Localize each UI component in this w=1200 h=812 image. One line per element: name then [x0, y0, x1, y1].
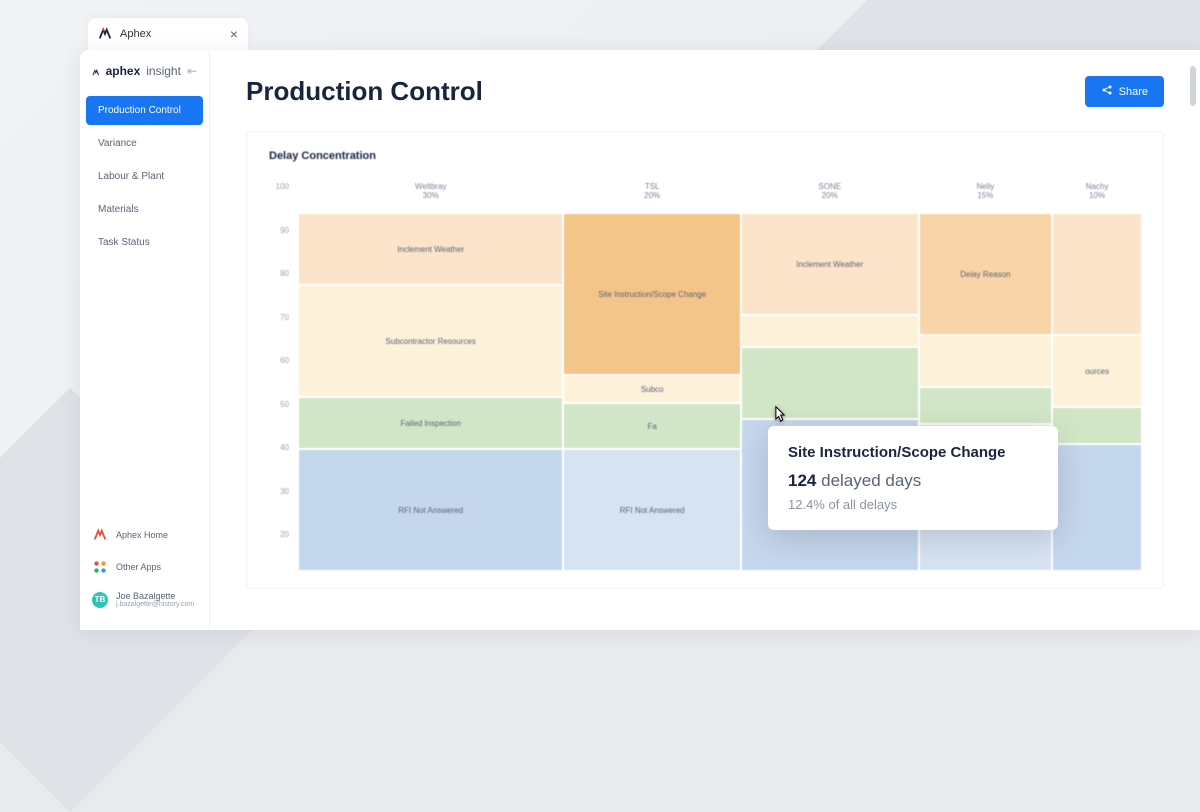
column-header: Nachy10% — [1053, 182, 1141, 206]
chart-cell[interactable]: RFI Not Answered — [564, 450, 740, 570]
chart-tooltip: Site Instruction/Scope Change 124 delaye… — [768, 426, 1058, 530]
share-label: Share — [1119, 86, 1148, 98]
aphex-home-label: Aphex Home — [116, 530, 168, 540]
sidebar-item-production-control[interactable]: Production Control — [86, 96, 203, 125]
chart-cell[interactable]: Inclement Weather — [299, 214, 562, 284]
chart-cell[interactable]: Fa — [564, 404, 740, 448]
tab-title: Aphex — [120, 28, 222, 40]
chart-cell[interactable] — [920, 336, 1052, 386]
chart-cell[interactable]: Subcontractor Resources — [299, 286, 562, 396]
sidebar-item-variance[interactable]: Variance — [86, 129, 203, 158]
share-button[interactable]: Share — [1085, 76, 1164, 107]
aphex-logo-icon — [92, 64, 100, 78]
chart-cell[interactable] — [1053, 214, 1141, 334]
apps-grid-icon — [92, 559, 108, 575]
chart-cell[interactable] — [1053, 445, 1141, 570]
logo-product: insight — [146, 64, 181, 78]
aphex-home-link[interactable]: Aphex Home — [88, 519, 201, 551]
chart-cell[interactable]: Failed Inspection — [299, 398, 562, 448]
logo: aphex insight ⇤ — [80, 64, 209, 94]
chart-cell[interactable] — [920, 388, 1052, 423]
browser-tab[interactable]: Aphex × — [88, 18, 248, 50]
chart-cell[interactable]: RFI Not Answered — [299, 450, 562, 570]
sidebar-item-materials[interactable]: Materials — [86, 195, 203, 224]
tooltip-value: 124 delayed days — [788, 471, 1038, 491]
chart-cell[interactable]: Subco — [564, 376, 740, 402]
aphex-home-icon — [92, 527, 108, 543]
chart-cell[interactable]: Inclement Weather — [742, 214, 918, 314]
y-axis: 100 90 80 70 60 50 40 30 20 — [269, 182, 299, 570]
pointer-cursor-icon — [769, 404, 791, 426]
main-content: Production Control Share Delay Concentra… — [210, 50, 1200, 630]
sidebar: aphex insight ⇤ Production Control Varia… — [80, 50, 210, 630]
tooltip-pct: 12.4% of all delays — [788, 497, 1038, 512]
user-name: Joe Bazalgette — [116, 591, 194, 601]
aphex-favicon — [98, 27, 112, 41]
page-title: Production Control — [246, 76, 483, 107]
user-profile[interactable]: TB Joe Bazalgette j.bazalgette@history.c… — [88, 583, 201, 616]
chart-cell[interactable] — [1053, 408, 1141, 443]
scrollbar-vertical[interactable] — [1190, 66, 1196, 106]
share-icon — [1101, 84, 1113, 99]
close-icon[interactable]: × — [230, 26, 238, 42]
chart-cell[interactable]: Site Instruction/Scope Change — [564, 214, 740, 374]
chart-cell[interactable]: ources — [1053, 336, 1141, 406]
user-email: j.bazalgette@history.com — [116, 601, 194, 608]
column-header: Nelly15% — [920, 182, 1052, 206]
avatar: TB — [92, 592, 108, 608]
column-header: TSL20% — [564, 182, 740, 206]
collapse-sidebar-icon[interactable]: ⇤ — [187, 64, 197, 78]
column-header: Weltbray30% — [299, 182, 562, 206]
logo-name: aphex — [106, 64, 141, 78]
column-header: SONE20% — [742, 182, 918, 206]
chart-title: Delay Concentration — [269, 150, 1141, 162]
sidebar-item-task-status[interactable]: Task Status — [86, 228, 203, 257]
chart-cell[interactable]: Delay Reason — [920, 214, 1052, 334]
app-window: aphex insight ⇤ Production Control Varia… — [80, 50, 1200, 630]
other-apps-label: Other Apps — [116, 562, 161, 572]
sidebar-item-labour-plant[interactable]: Labour & Plant — [86, 162, 203, 191]
tooltip-title: Site Instruction/Scope Change — [788, 444, 1038, 461]
other-apps-link[interactable]: Other Apps — [88, 551, 201, 583]
chart-cell[interactable] — [742, 316, 918, 346]
